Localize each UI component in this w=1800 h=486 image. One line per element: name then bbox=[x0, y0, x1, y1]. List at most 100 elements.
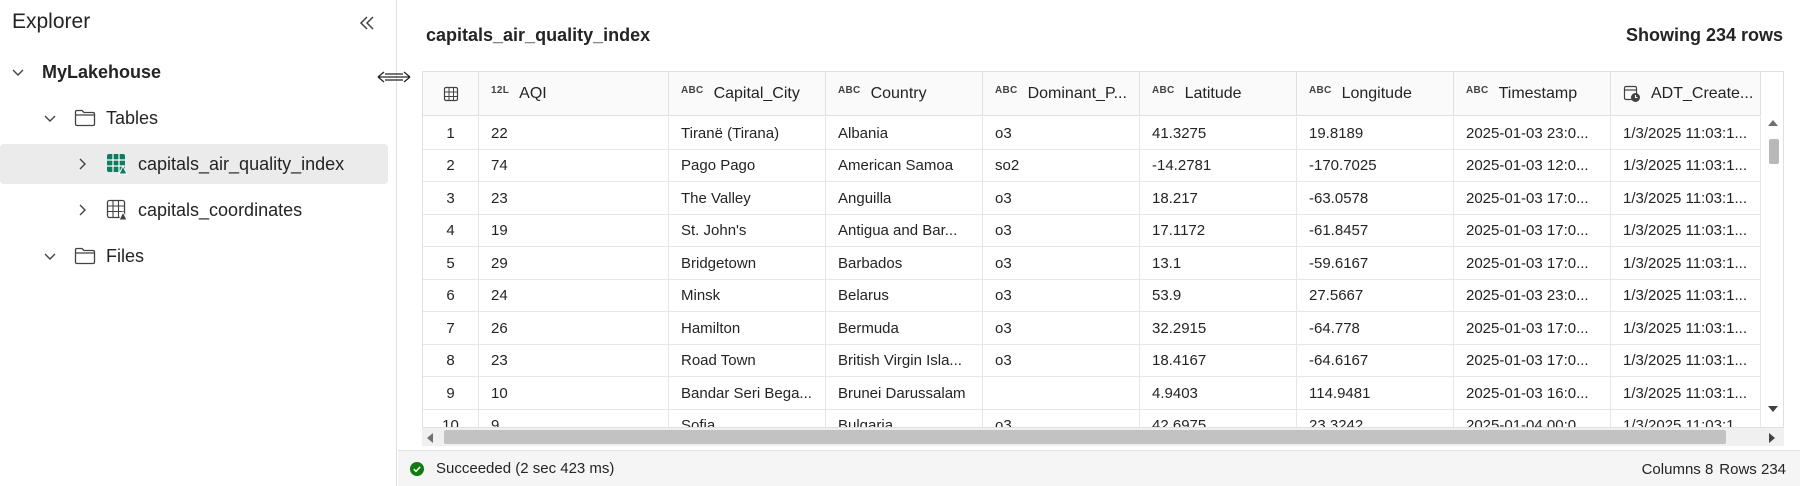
table-cell[interactable]: 18.217 bbox=[1140, 182, 1297, 214]
scroll-down-arrow-icon[interactable] bbox=[1767, 405, 1779, 415]
table-cell[interactable]: 9 bbox=[479, 409, 669, 427]
row-index-cell[interactable]: 2 bbox=[423, 149, 479, 182]
table-row[interactable]: 8 23 Road Town British Virgin Isla... o3 18.4… bbox=[423, 344, 1761, 377]
table-cell[interactable]: 24 bbox=[479, 279, 669, 312]
table-cell[interactable]: o3 bbox=[983, 214, 1140, 247]
table-cell[interactable]: British Virgin Isla... bbox=[826, 344, 983, 377]
vertical-scrollbar[interactable] bbox=[1763, 115, 1783, 421]
table-cell[interactable]: o3 bbox=[983, 312, 1140, 344]
row-index-cell[interactable]: 5 bbox=[423, 247, 479, 279]
table-cell[interactable]: 1/3/2025 11:03:1... bbox=[1611, 312, 1761, 344]
table-cell[interactable] bbox=[983, 377, 1140, 409]
row-index-cell[interactable]: 7 bbox=[423, 312, 479, 344]
table-cell[interactable]: 1/3/2025 11:03:1... bbox=[1611, 149, 1761, 182]
table-cell[interactable]: 42.6975 bbox=[1140, 409, 1297, 427]
tree-item-table-capitals-air-quality-index[interactable]: capitals_air_quality_index bbox=[0, 144, 388, 184]
table-cell[interactable]: 18.4167 bbox=[1140, 344, 1297, 377]
table-cell[interactable]: Antigua and Bar... bbox=[826, 214, 983, 247]
column-header[interactable]: ABC Timestamp bbox=[1454, 72, 1611, 116]
table-row[interactable]: 5 29 Bridgetown Barbados o3 13.1 -59.6167 2025-… bbox=[423, 247, 1761, 280]
column-header[interactable]: ABC Capital_City bbox=[669, 72, 826, 116]
table-cell[interactable]: 2025-01-03 17:0... bbox=[1454, 214, 1611, 247]
table-cell[interactable]: o3 bbox=[983, 409, 1140, 427]
table-cell[interactable]: 23 bbox=[479, 182, 669, 214]
table-cell[interactable]: -64.778 bbox=[1297, 312, 1454, 344]
table-cell[interactable]: 2025-01-03 17:0... bbox=[1454, 182, 1611, 214]
table-row[interactable]: 4 19 St. John's Antigua and Bar... o3 17.1172… bbox=[423, 214, 1761, 247]
select-all-header[interactable] bbox=[423, 72, 479, 116]
table-cell[interactable]: 27.5667 bbox=[1297, 279, 1454, 312]
table-cell[interactable]: 114.9481 bbox=[1297, 377, 1454, 409]
table-cell[interactable]: Road Town bbox=[669, 344, 826, 377]
table-cell[interactable]: St. John's bbox=[669, 214, 826, 247]
tree-item-tables-folder[interactable]: Tables bbox=[0, 98, 388, 138]
row-index-cell[interactable]: 6 bbox=[423, 279, 479, 312]
table-cell[interactable]: Bridgetown bbox=[669, 247, 826, 279]
table-row[interactable]: 7 26 Hamilton Bermuda o3 32.2915 -64.778 2025-0… bbox=[423, 312, 1761, 345]
row-index-cell[interactable]: 9 bbox=[423, 377, 479, 409]
table-cell[interactable]: Bandar Seri Bega... bbox=[669, 377, 826, 409]
table-cell[interactable]: so2 bbox=[983, 149, 1140, 182]
table-cell[interactable]: 13.1 bbox=[1140, 247, 1297, 279]
table-cell[interactable]: Brunei Darussalam bbox=[826, 377, 983, 409]
tree-item-table-capitals-coordinates[interactable]: capitals_coordinates bbox=[0, 190, 388, 230]
row-index-cell[interactable]: 1 bbox=[423, 117, 479, 149]
table-cell[interactable]: -59.6167 bbox=[1297, 247, 1454, 279]
table-row[interactable]: 3 23 The Valley Anguilla o3 18.217 -63.0578 202… bbox=[423, 182, 1761, 215]
table-row[interactable]: 6 24 Minsk Belarus o3 53.9 27.5667 2025-01-03 2… bbox=[423, 279, 1761, 312]
tree-item-files-folder[interactable]: Files bbox=[0, 236, 388, 276]
table-cell[interactable]: 17.1172 bbox=[1140, 214, 1297, 247]
column-header[interactable]: ADT_Create... bbox=[1611, 72, 1761, 116]
table-cell[interactable]: 2025-01-03 16:0... bbox=[1454, 377, 1611, 409]
table-cell[interactable]: Pago Pago bbox=[669, 149, 826, 182]
chevron-down-icon[interactable] bbox=[10, 64, 26, 80]
table-cell[interactable]: 2025-01-03 23:0... bbox=[1454, 279, 1611, 312]
table-cell[interactable]: 1/3/2025 11:03:1... bbox=[1611, 247, 1761, 279]
table-cell[interactable]: -14.2781 bbox=[1140, 149, 1297, 182]
table-cell[interactable]: -64.6167 bbox=[1297, 344, 1454, 377]
table-cell[interactable]: Tiranë (Tirana) bbox=[669, 117, 826, 149]
table-cell[interactable]: 41.3275 bbox=[1140, 117, 1297, 149]
column-header[interactable]: 12L AQI bbox=[479, 72, 669, 116]
table-cell[interactable]: 23 bbox=[479, 344, 669, 377]
table-cell[interactable]: 1/3/2025 11:03:1... bbox=[1611, 344, 1761, 377]
table-cell[interactable]: 19 bbox=[479, 214, 669, 247]
row-index-cell[interactable]: 3 bbox=[423, 182, 479, 214]
table-cell[interactable]: Bermuda bbox=[826, 312, 983, 344]
table-cell[interactable]: 1/3/2025 11:03:1... bbox=[1611, 409, 1761, 427]
chevron-down-icon[interactable] bbox=[42, 110, 58, 126]
table-cell[interactable]: Anguilla bbox=[826, 182, 983, 214]
table-cell[interactable]: 1/3/2025 11:03:1... bbox=[1611, 214, 1761, 247]
scroll-left-arrow-icon[interactable] bbox=[426, 431, 436, 443]
table-cell[interactable]: 1/3/2025 11:03:1... bbox=[1611, 182, 1761, 214]
chevron-right-icon[interactable] bbox=[74, 202, 90, 218]
table-cell[interactable]: 2025-01-04 00:0... bbox=[1454, 409, 1611, 427]
table-cell[interactable]: Hamilton bbox=[669, 312, 826, 344]
horizontal-scrollbar[interactable] bbox=[422, 428, 1784, 446]
scroll-right-arrow-icon[interactable] bbox=[1768, 431, 1778, 443]
table-cell[interactable]: Bulgaria bbox=[826, 409, 983, 427]
table-cell[interactable]: o3 bbox=[983, 279, 1140, 312]
table-cell[interactable]: The Valley bbox=[669, 182, 826, 214]
table-cell[interactable]: 26 bbox=[479, 312, 669, 344]
table-cell[interactable]: o3 bbox=[983, 344, 1140, 377]
table-cell[interactable]: American Samoa bbox=[826, 149, 983, 182]
table-cell[interactable]: 4.9403 bbox=[1140, 377, 1297, 409]
row-index-cell[interactable]: 4 bbox=[423, 214, 479, 247]
table-cell[interactable]: 53.9 bbox=[1140, 279, 1297, 312]
table-cell[interactable]: -61.8457 bbox=[1297, 214, 1454, 247]
chevron-right-icon[interactable] bbox=[74, 156, 90, 172]
table-cell[interactable]: 1/3/2025 11:03:1... bbox=[1611, 377, 1761, 409]
table-cell[interactable]: -170.7025 bbox=[1297, 149, 1454, 182]
table-cell[interactable]: 23.3242 bbox=[1297, 409, 1454, 427]
table-cell[interactable]: o3 bbox=[983, 182, 1140, 214]
table-cell[interactable]: o3 bbox=[983, 117, 1140, 149]
table-cell[interactable]: 10 bbox=[479, 377, 669, 409]
table-cell[interactable]: o3 bbox=[983, 247, 1140, 279]
table-row[interactable]: 10 9 Sofia Bulgaria o3 42.6975 23.3242 2025-01-… bbox=[423, 409, 1761, 427]
table-cell[interactable]: 2025-01-03 23:0... bbox=[1454, 117, 1611, 149]
table-cell[interactable]: 1/3/2025 11:03:1... bbox=[1611, 279, 1761, 312]
table-cell[interactable]: 2025-01-03 17:0... bbox=[1454, 247, 1611, 279]
table-cell[interactable]: -63.0578 bbox=[1297, 182, 1454, 214]
column-header[interactable]: ABC Country bbox=[826, 72, 983, 116]
